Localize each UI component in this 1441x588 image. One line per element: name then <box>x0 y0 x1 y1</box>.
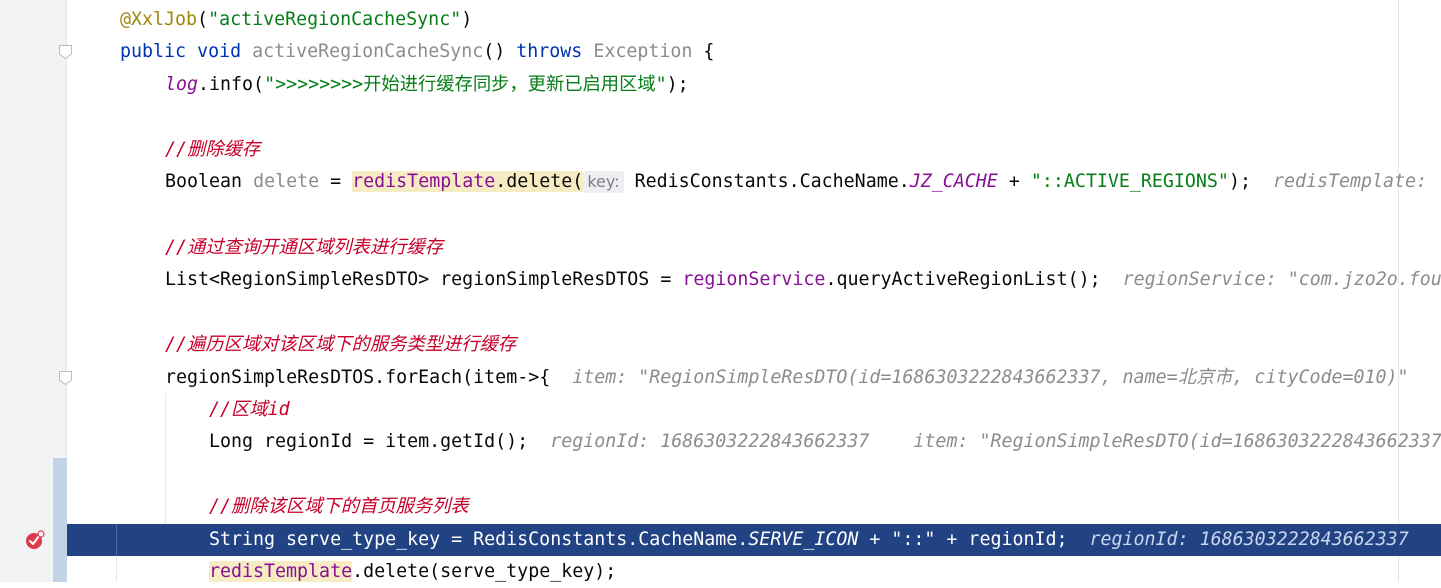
indent-guide <box>116 556 117 582</box>
code-line[interactable]: //删除该区域下的首页服务列表 <box>209 491 469 523</box>
fold-icon[interactable] <box>58 370 73 386</box>
string-literal: "activeRegionCacheSync" <box>208 9 462 30</box>
code-line[interactable]: //遍历区域对该区域下的服务类型进行缓存 <box>165 329 516 361</box>
comment: //通过查询开通区域列表进行缓存 <box>165 237 443 258</box>
parameter-hint: key: <box>583 171 624 193</box>
code-line[interactable]: //区域id <box>209 394 290 426</box>
code-line[interactable]: Long regionId = item.getId(); regionId: … <box>209 426 1441 458</box>
inline-debug-value: regionService: "com.jzo2o.fou <box>1122 269 1441 290</box>
comment: //遍历区域对该区域下的服务类型进行缓存 <box>165 334 517 355</box>
string-literal: ">>>>>>>>开始进行缓存同步，更新已启用区域" <box>264 74 667 95</box>
annotation: @XxlJob <box>120 9 198 30</box>
type: List<RegionSimpleResDTO> <box>165 269 430 290</box>
code-line[interactable]: //删除缓存 <box>165 134 260 166</box>
code-line[interactable]: @XxlJob("activeRegionCacheSync") <box>120 4 472 36</box>
keyword: public <box>120 41 187 62</box>
keyword: throws <box>516 41 583 62</box>
field: redisTemplate <box>352 171 496 192</box>
keyword: void <box>197 41 242 62</box>
code-line[interactable]: public void activeRegionCacheSync() thro… <box>120 36 714 68</box>
code-line[interactable]: List<RegionSimpleResDTO> regionSimpleRes… <box>165 264 1441 296</box>
inline-debug-value: redisTemplate: <box>1272 171 1428 192</box>
inline-debug-value: regionId: 1686303222843662337 <box>1089 529 1409 550</box>
code-line[interactable]: Boolean delete = redisTemplate.delete(ke… <box>165 166 1427 198</box>
vcs-change-marker[interactable] <box>53 458 67 582</box>
variable: regionSimpleResDTOS <box>440 269 650 290</box>
field: log <box>165 74 199 95</box>
inline-debug-value: item: "RegionSimpleResDTO(id=16863032228… <box>572 367 1409 388</box>
indent-guide <box>116 524 117 556</box>
fold-icon[interactable] <box>58 44 73 60</box>
inline-debug-value: item: "RegionSimpleResDTO(id=16863032228… <box>913 431 1441 452</box>
constant: SERVE_ICON <box>748 529 859 550</box>
field: regionService <box>682 269 826 290</box>
inline-debug-value: regionId: 1686303222843662337 <box>550 431 870 452</box>
comment: //区域id <box>209 399 290 420</box>
string-literal: "::ACTIVE_REGIONS" <box>1030 171 1229 192</box>
code-line[interactable]: log.info(">>>>>>>>开始进行缓存同步，更新已启用区域"); <box>165 69 689 101</box>
current-execution-line[interactable]: String serve_type_key = RedisConstants.C… <box>209 524 1409 556</box>
breakpoint-icon[interactable] <box>25 530 45 550</box>
constant: JZ_CACHE <box>909 171 998 192</box>
type: Boolean <box>165 171 243 192</box>
code-line[interactable]: //通过查询开通区域列表进行缓存 <box>165 232 443 264</box>
variable: delete <box>253 171 320 192</box>
code-line[interactable]: redisTemplate.delete(serve_type_key); <box>209 556 616 588</box>
method-name: activeRegionCacheSync <box>252 41 484 62</box>
field: redisTemplate <box>209 561 353 582</box>
code-line[interactable]: regionSimpleResDTOS.forEach(item->{ item… <box>165 362 1409 394</box>
comment: //删除缓存 <box>165 139 261 160</box>
indent-guide <box>165 393 166 524</box>
comment: //删除该区域下的首页服务列表 <box>209 496 469 517</box>
exception-type: Exception <box>593 41 693 62</box>
